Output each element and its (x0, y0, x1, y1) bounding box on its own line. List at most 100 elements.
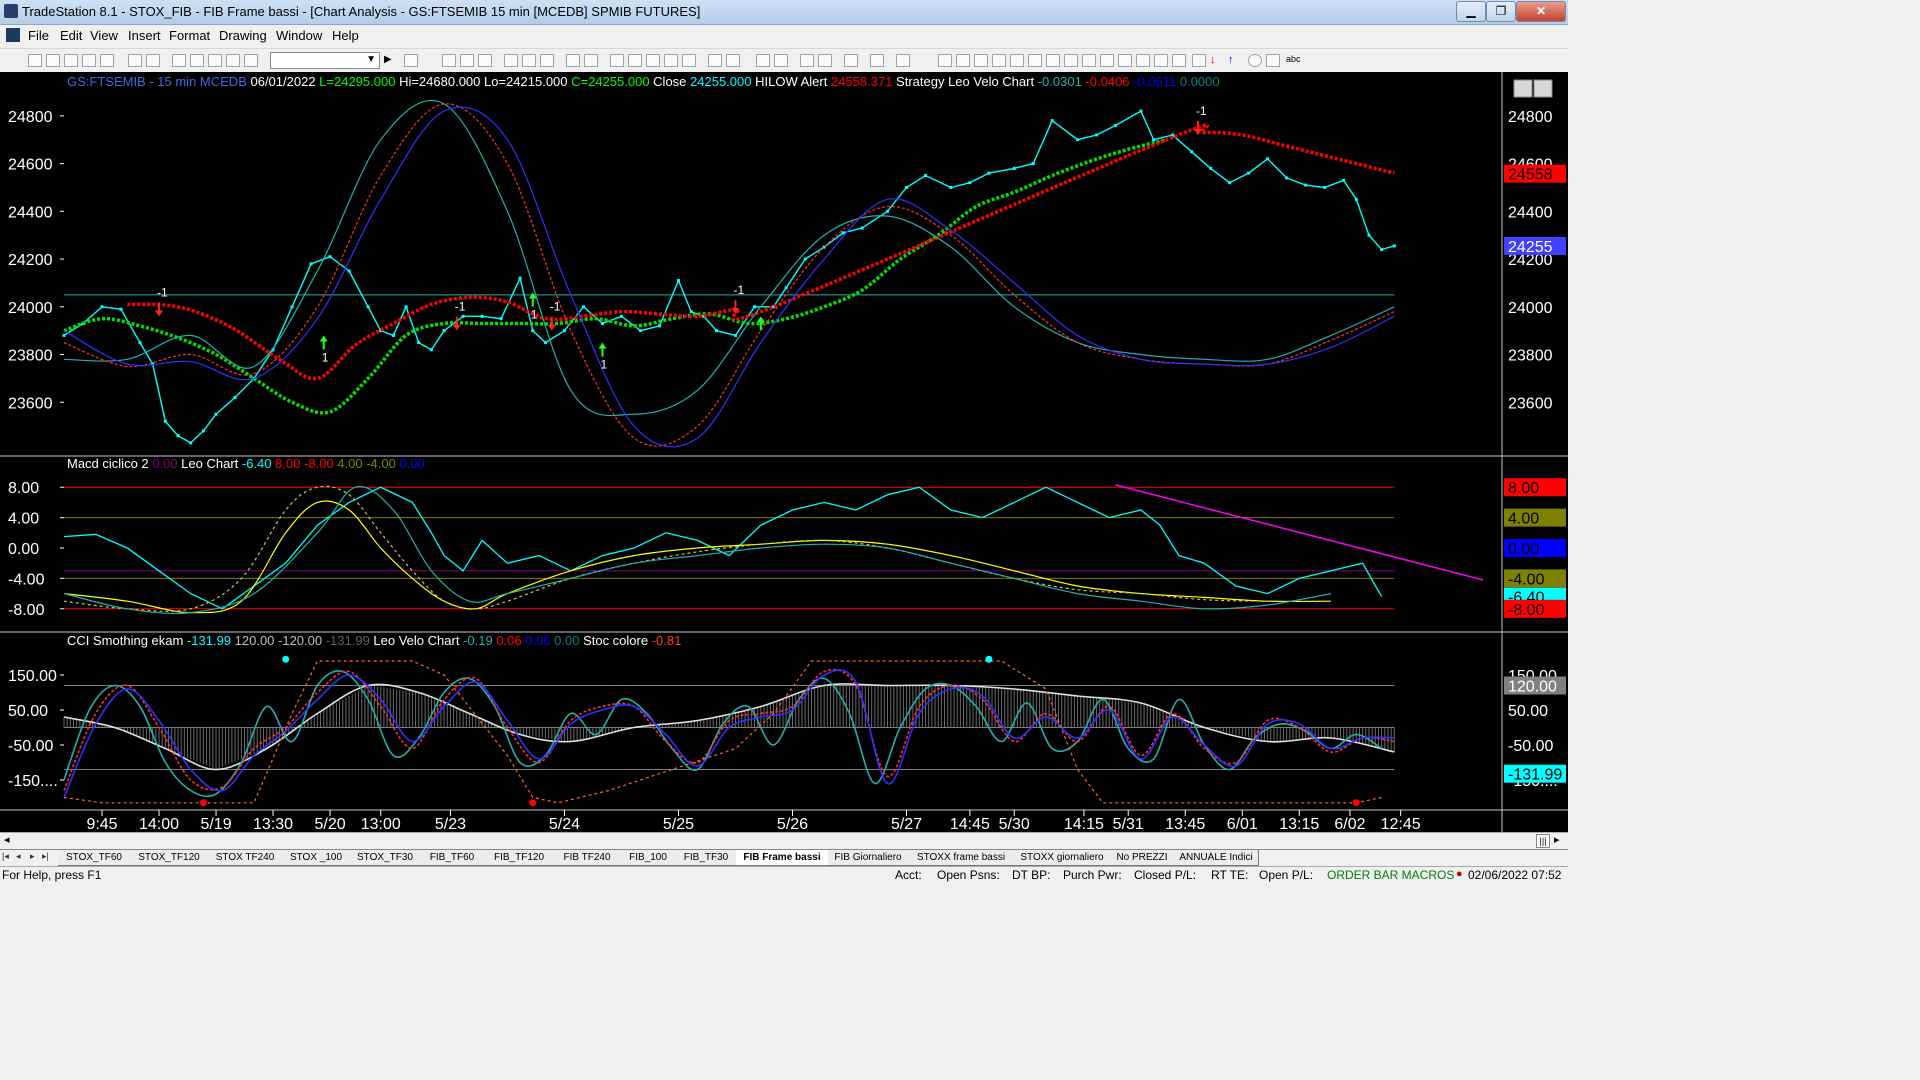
fibonacci-icon[interactable] (1010, 54, 1024, 67)
crosshair-icon[interactable] (818, 54, 832, 67)
time-zone-icon[interactable] (1100, 54, 1114, 67)
candle-chart-icon[interactable] (646, 54, 660, 67)
sheet-tab[interactable]: STOX_TF30 (350, 850, 421, 866)
vertical-line-icon[interactable] (974, 54, 988, 67)
sheet-tab[interactable]: No PREZZI (1110, 850, 1175, 866)
zoom-in-icon[interactable] (756, 54, 770, 67)
x-tick-label: 5/24 (549, 816, 580, 832)
scanner-icon[interactable] (504, 54, 518, 67)
pointer-icon[interactable] (800, 54, 814, 67)
sheet-tab[interactable]: FIB_100 (620, 850, 677, 866)
close-button[interactable]: ✕ (1516, 1, 1566, 22)
insert-strategy-icon[interactable] (610, 54, 624, 67)
maximize-button[interactable]: ❐ (1486, 1, 1516, 22)
insert-indicator-icon[interactable] (584, 54, 598, 67)
new-workspace-icon[interactable] (82, 54, 96, 67)
sheet-tab[interactable]: STOX_TF120 (130, 850, 209, 866)
trendline-icon[interactable] (938, 54, 952, 67)
menu-view[interactable]: View (90, 28, 118, 43)
fib-fan-icon[interactable] (1154, 54, 1168, 67)
print-preview-icon[interactable] (146, 54, 160, 67)
sheet-tab[interactable]: STOXX frame bassi (908, 850, 1015, 866)
scroll-left-arrow-icon[interactable]: ◂ (4, 833, 10, 846)
play-icon[interactable]: ▶ (384, 54, 398, 67)
regression-icon[interactable] (1082, 54, 1096, 67)
rectangle-icon[interactable] (1266, 54, 1280, 67)
matrix-icon[interactable] (478, 54, 492, 67)
arc-icon[interactable] (1192, 54, 1206, 67)
horizontal-line-icon[interactable] (956, 54, 970, 67)
tools-icon[interactable] (844, 54, 858, 67)
minimize-button[interactable]: ▁ (1456, 1, 1486, 22)
pane-minimize-button[interactable] (1513, 79, 1533, 98)
fib-arc-icon[interactable] (1136, 54, 1150, 67)
symbol-select[interactable]: ▼ (270, 52, 380, 69)
sheet-tab[interactable]: FIB_TF30 (676, 850, 737, 866)
sheet-tab[interactable]: FIB_TF60 (420, 850, 485, 866)
ellipse-icon[interactable] (1248, 54, 1262, 67)
order-bar-macros-link[interactable]: ORDER BAR MACROS (1327, 868, 1454, 882)
snap-icon[interactable] (896, 54, 910, 67)
find-icon[interactable] (404, 54, 418, 67)
scroll-right-arrow-icon[interactable]: ▸ (1554, 833, 1560, 846)
text-icon[interactable]: abc (1286, 54, 1301, 67)
horizontal-scrollbar[interactable]: ◂ ||| ▸ (0, 832, 1568, 850)
open-workspace-icon[interactable] (64, 54, 78, 67)
channel-icon[interactable] (992, 54, 1006, 67)
data-window-icon[interactable] (870, 54, 884, 67)
open-icon[interactable] (46, 54, 60, 67)
menu-edit[interactable]: Edit (60, 28, 82, 43)
menu-drawing[interactable]: Drawing (219, 28, 267, 43)
arrow-down-icon[interactable]: ↓ (1210, 54, 1224, 67)
sheet-tab[interactable]: FIB TF240 (554, 850, 621, 866)
sheet-tab[interactable]: FIB Giornaliero (828, 850, 909, 866)
point-figure-icon[interactable] (682, 54, 696, 67)
arrow-up-icon[interactable]: ↑ (1228, 54, 1242, 67)
portfolio-icon[interactable] (540, 54, 554, 67)
sheet-tab[interactable]: STOX _100 (282, 850, 351, 866)
radar-icon[interactable] (460, 54, 474, 67)
tab-nav-prev-icon[interactable]: ◂ (16, 851, 21, 862)
sheet-tab[interactable]: STOX TF240 (208, 850, 283, 866)
menu-window[interactable]: Window (276, 28, 322, 43)
zoom-out-icon[interactable] (774, 54, 788, 67)
chart-doc-icon[interactable] (6, 28, 20, 42)
gann-fan-icon[interactable] (1064, 54, 1078, 67)
order-bar-icon[interactable] (522, 54, 536, 67)
copy-icon[interactable] (190, 54, 204, 67)
freehand-icon[interactable] (1172, 54, 1186, 67)
andrews-pitchfork-icon[interactable] (1028, 54, 1042, 67)
sheet-tab[interactable]: FIB Frame bassi (736, 850, 829, 866)
sheet-tab[interactable]: FIB_TF120 (484, 850, 555, 866)
fib-extension-icon[interactable] (1118, 54, 1132, 67)
sheet-tab[interactable]: ANNUALE Indici (1174, 850, 1259, 866)
chart-analysis-window[interactable]: 2480024800246002460024400244002420024200… (0, 72, 1568, 834)
menu-file[interactable]: File (28, 28, 49, 43)
tab-nav-next-icon[interactable]: ▸ (30, 851, 35, 862)
scroll-left-icon[interactable] (708, 54, 722, 67)
menu-format[interactable]: Format (169, 28, 210, 43)
tab-nav-first-icon[interactable]: |◂ (2, 851, 9, 862)
chart-canvas[interactable]: 2480024800246002460024400244002420024200… (0, 72, 1568, 832)
menu-help[interactable]: Help (332, 28, 359, 43)
format-symbol-icon[interactable] (566, 54, 580, 67)
tab-nav-last-icon[interactable]: ▸| (42, 851, 49, 862)
save-icon[interactable] (100, 54, 114, 67)
strategy-icon[interactable] (244, 54, 258, 67)
cut-icon[interactable] (172, 54, 186, 67)
scroll-thumb[interactable]: ||| (1536, 834, 1550, 848)
new-icon[interactable] (28, 54, 42, 67)
sheet-tab[interactable]: STOX_TF60 (58, 850, 131, 866)
lock-icon[interactable] (208, 54, 222, 67)
print-icon[interactable] (128, 54, 142, 67)
menu-insert[interactable]: Insert (128, 28, 161, 43)
scroll-right-icon[interactable] (726, 54, 740, 67)
speed-lines-icon[interactable] (1046, 54, 1060, 67)
chart-analysis-icon[interactable] (442, 54, 456, 67)
header-item: 0.0000 (1180, 74, 1220, 89)
line-chart-icon[interactable] (664, 54, 678, 67)
pane-restore-button[interactable] (1533, 79, 1553, 98)
bar-chart-icon[interactable] (628, 54, 642, 67)
macro-icon[interactable] (226, 54, 240, 67)
sheet-tab[interactable]: STOXX giornaliero (1014, 850, 1111, 866)
